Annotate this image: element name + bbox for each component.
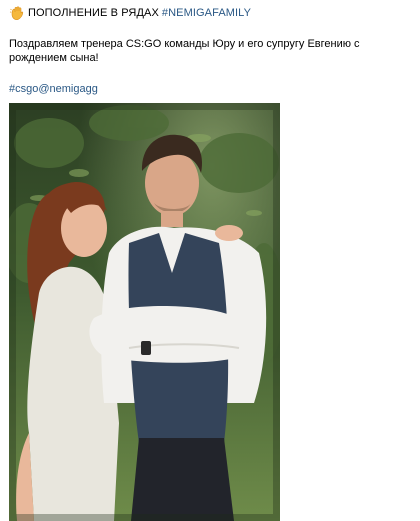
headline-title: ПОПОЛНЕНИЕ В РЯДАХ (28, 7, 159, 19)
post-message: Поздравляем тренера CS:GO команды Юру и … (9, 38, 360, 64)
headline-hashtag-link[interactable]: #NEMIGAFAMILY (162, 7, 251, 19)
waving-hand-emoji-icon (9, 5, 25, 21)
post-photo[interactable] (9, 103, 280, 521)
post-headline: ПОПОЛНЕНИЕ В РЯДАХ #NEMIGAFAMILY (9, 4, 251, 22)
wall-post: ПОПОЛНЕНИЕ В РЯДАХ #NEMIGAFAMILY Поздрав… (0, 0, 420, 521)
post-hashtag-link[interactable]: #csgo@nemigagg (9, 82, 98, 96)
